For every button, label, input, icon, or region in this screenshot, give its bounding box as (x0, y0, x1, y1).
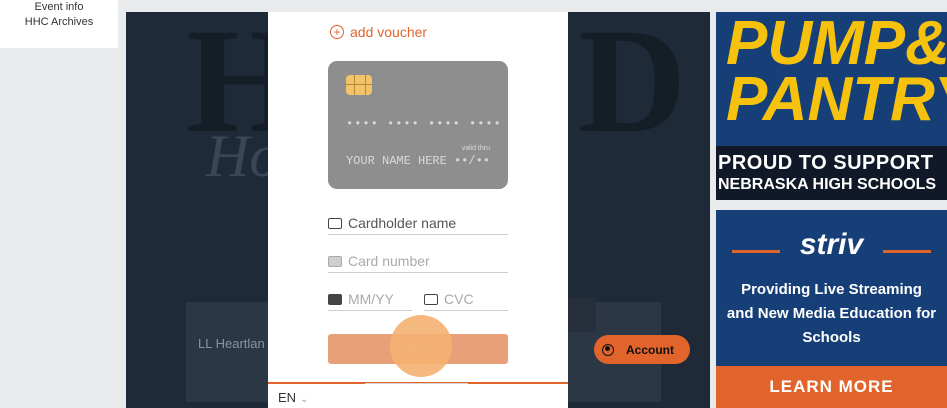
card-expiry-mask: ••/•• (453, 154, 490, 168)
side-menu-item-hhc-archives[interactable]: HHC Archives (0, 15, 118, 30)
pump-pantry-line2: NEBRASKA HIGH SCHOOLS (718, 176, 937, 193)
calendar-icon (328, 293, 342, 305)
cardholder-name-field[interactable]: Cardholder name (328, 212, 508, 235)
card-valid-thru-label: valid thru (461, 145, 490, 152)
card-number-field[interactable]: Card number (328, 250, 508, 273)
learn-more-button[interactable]: LEARN MORE (716, 366, 947, 408)
striv-tagline: Providing Live Streaming and New Media E… (726, 281, 937, 346)
pump-pantry-logo-line1: PUMP& (726, 12, 947, 78)
plus-circle-icon: + (330, 25, 344, 39)
pump-pantry-line1: PROUD TO SUPPORT (718, 152, 934, 174)
credit-card-back-icon (424, 293, 438, 305)
expiry-field[interactable]: MM/YY (328, 288, 412, 311)
pump-pantry-logo-line2: PANTRY (726, 65, 947, 134)
payment-modal: + add voucher •••• •••• •••• •••• valid … (268, 12, 568, 408)
account-button[interactable]: Account (594, 335, 690, 364)
user-circle-icon (602, 343, 614, 356)
add-voucher-link[interactable]: + add voucher (330, 24, 427, 40)
card-chip-icon (346, 75, 372, 95)
card-name-placeholder: YOUR NAME HERE (346, 154, 447, 168)
side-menu: Event info HHC Archives (0, 0, 118, 48)
id-card-icon (328, 217, 342, 229)
striv-logo: striv (799, 228, 864, 261)
background-footer-text: LL Heartlan (198, 336, 265, 351)
banner-watermark-letter: D (578, 12, 687, 164)
cvc-placeholder: CVC (444, 291, 474, 307)
modal-divider-secondary (365, 383, 468, 384)
card-number-mask: •••• •••• •••• •••• (346, 117, 502, 131)
language-label: EN (278, 390, 297, 405)
credit-card-preview: •••• •••• •••• •••• valid thru YOUR NAME… (328, 61, 508, 189)
side-menu-item-event-info[interactable]: Event info (0, 0, 118, 15)
expiry-placeholder: MM/YY (348, 291, 394, 307)
card-number-placeholder: Card number (348, 253, 430, 269)
chevron-down-icon: ⌄ (300, 394, 309, 405)
cardholder-name-placeholder: Cardholder name (348, 215, 457, 231)
language-selector[interactable]: EN ⌄ (278, 390, 308, 405)
striv-ad[interactable]: striv Providing Live Streaming and New M… (716, 210, 947, 408)
pump-pantry-ad[interactable]: PUMP& PANTRY PROUD TO SUPPORT NEBRASKA H… (716, 12, 947, 200)
add-voucher-label: add voucher (350, 24, 428, 40)
pump-pantry-strip: PROUD TO SUPPORT NEBRASKA HIGH SCHOOLS (716, 146, 947, 200)
pump-pantry-logo: PUMP& PANTRY (726, 12, 947, 134)
cvc-field[interactable]: CVC (424, 288, 508, 311)
click-ripple (390, 315, 452, 377)
credit-card-icon (328, 255, 342, 267)
account-label: Account (626, 342, 674, 357)
